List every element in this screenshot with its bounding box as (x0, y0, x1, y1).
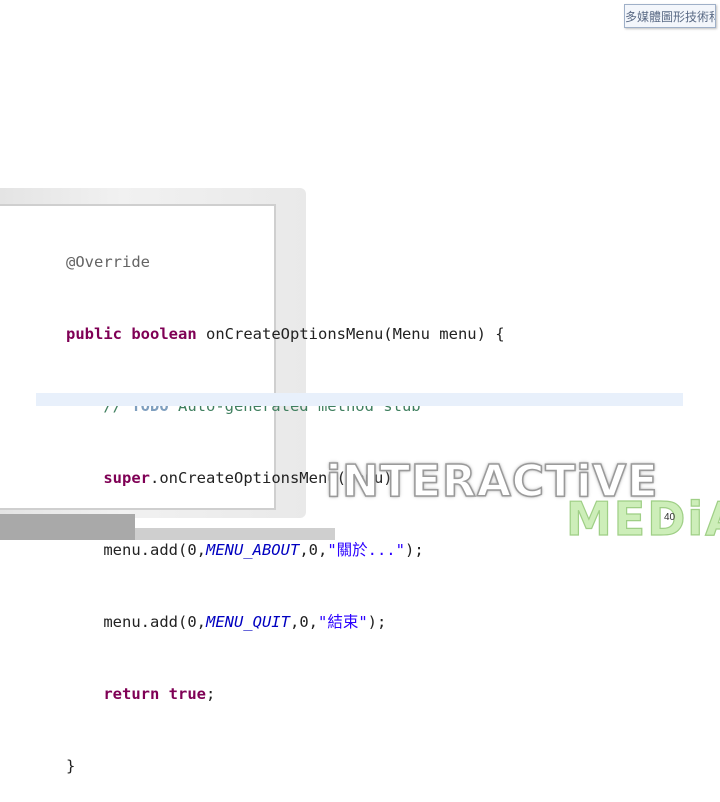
field-menu-quit: MENU_QUIT (205, 613, 290, 631)
string-quit: "結束" (317, 613, 368, 631)
page-number: 40 (664, 512, 676, 523)
menu-add-suffix: ); (404, 541, 424, 559)
keyword-boolean: boolean (131, 325, 197, 343)
highlight-bar (36, 393, 683, 406)
method-signature-text: onCreateOptionsMenu(Menu menu) { (196, 325, 505, 343)
department-badge: 多媒體圖形技術科 (624, 4, 716, 28)
code-line-method-signature: public boolean onCreateOptionsMenu(Menu … (66, 322, 666, 346)
logo-media-text: MEDiA (565, 491, 720, 546)
code-line-return: return true; (66, 682, 666, 706)
keyword-true: true (168, 685, 206, 703)
keyword-return: return (103, 685, 160, 703)
code-line-menu-add-quit: menu.add(0,MENU_QUIT,0,"結束"); (66, 610, 666, 634)
return-suffix: ; (206, 685, 216, 703)
keyword-super: super (103, 469, 150, 487)
code-line-closing-brace: } (66, 754, 666, 778)
closing-brace: } (66, 757, 76, 775)
menu-add-suffix: ); (367, 613, 387, 631)
menu-add-mid: ,0, (289, 613, 318, 631)
code-line-annotation: @Override (66, 250, 666, 274)
string-about: "關於..." (327, 541, 405, 559)
menu-add-prefix: menu.add(0, (66, 613, 206, 631)
menu-add-prefix: menu.add(0, (66, 541, 206, 559)
field-menu-about: MENU_ABOUT (205, 541, 300, 559)
annotation-override: @Override (66, 253, 150, 271)
keyword-public: public (66, 325, 122, 343)
menu-add-mid: ,0, (299, 541, 328, 559)
